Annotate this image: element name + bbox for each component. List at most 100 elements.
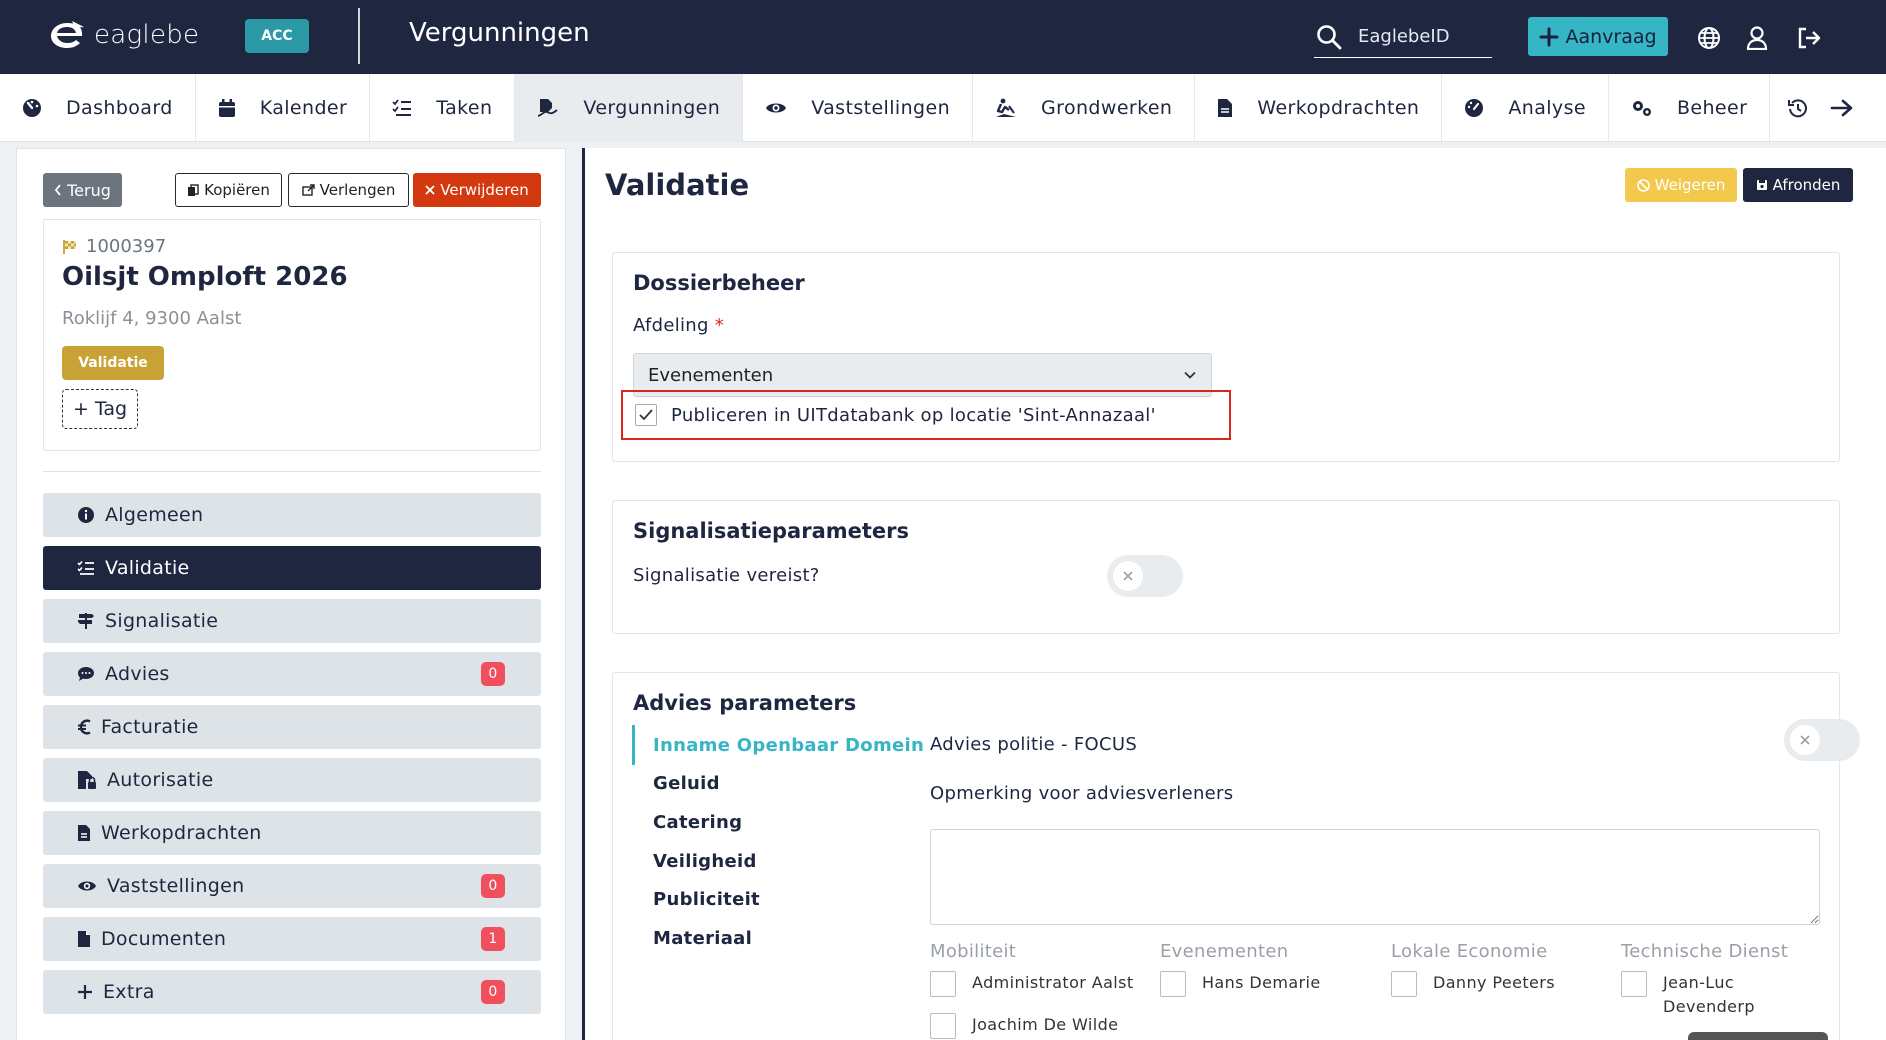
logo-text: eaglebe [94, 20, 200, 50]
complete-label: Afronden [1772, 176, 1841, 194]
dossier-sidebar: Terug Kopiëren Verlengen Verwijderen 100… [16, 148, 566, 1040]
tab-veiligheid[interactable]: Veiligheid [653, 851, 757, 872]
add-tag-button[interactable]: + Tag [62, 389, 138, 429]
copy-button[interactable]: Kopiëren [175, 173, 282, 207]
tab-inname-openbaar-domein[interactable]: Inname Openbaar Domein [653, 735, 924, 756]
copy-label: Kopiëren [204, 181, 270, 199]
sidebar-item-label: Advies [105, 663, 170, 685]
globe-icon[interactable] [1697, 26, 1721, 50]
cogs-icon [1631, 98, 1653, 118]
aanvraag-button[interactable]: Aanvraag [1528, 17, 1668, 56]
environment-badge: ACC [245, 19, 309, 53]
count-badge: 1 [481, 927, 505, 951]
check-icon [638, 408, 654, 422]
nav-label: Analyse [1508, 97, 1586, 119]
sidebar-item-signalisatie[interactable]: Signalisatie [43, 599, 541, 643]
divider [43, 471, 541, 472]
dossier-address: Roklijf 4, 9300 Aalst [62, 308, 242, 329]
nav-analyse[interactable]: Analyse [1442, 74, 1609, 142]
count-badge: 0 [481, 662, 505, 686]
signalisatie-vereist-toggle[interactable] [1107, 555, 1183, 597]
logout-icon[interactable] [1796, 26, 1822, 50]
sidebar-item-facturatie[interactable]: Facturatie [43, 705, 541, 749]
user-icon[interactable] [1746, 26, 1768, 50]
tab-publiciteit[interactable]: Publiciteit [653, 889, 760, 910]
advisor-name: Administrator Aalst [972, 973, 1134, 992]
checkbox[interactable] [1621, 971, 1647, 997]
count-badge: 0 [481, 874, 505, 898]
back-button[interactable]: Terug [43, 173, 122, 207]
eye-icon [77, 879, 97, 893]
sidebar-item-extra[interactable]: Extra 0 [43, 970, 541, 1014]
nav-label: Beheer [1676, 97, 1748, 119]
scrollbar-thumb[interactable] [1688, 1032, 1828, 1040]
sidebar-item-documenten[interactable]: Documenten 1 [43, 917, 541, 961]
nav-werkopdrachten[interactable]: Werkopdrachten [1195, 74, 1443, 142]
dossier-number: 1000397 [62, 236, 166, 257]
reject-label: Weigeren [1654, 176, 1726, 194]
opmerking-textarea[interactable] [930, 829, 1820, 925]
checkbox[interactable] [1160, 971, 1186, 997]
count-badge: 0 [481, 980, 505, 1004]
signalisatie-card: Signalisatieparameters Signalisatie vere… [612, 500, 1840, 634]
sidebar-item-vaststellingen[interactable]: Vaststellingen 0 [43, 864, 541, 908]
delete-button[interactable]: Verwijderen [413, 173, 541, 207]
eye-icon [765, 100, 787, 116]
checkbox[interactable] [930, 1013, 956, 1039]
sidebar-item-label: Extra [103, 981, 155, 1003]
complete-button[interactable]: Afronden [1743, 168, 1853, 202]
sidebar-item-algemeen[interactable]: Algemeen [43, 493, 541, 537]
nav-vaststellingen[interactable]: Vaststellingen [743, 74, 974, 142]
eaglebe-logo-icon [48, 20, 86, 50]
advies-politie-toggle[interactable] [1784, 719, 1860, 761]
nav-taken[interactable]: Taken [370, 74, 516, 142]
extend-button[interactable]: Verlengen [288, 173, 409, 207]
card-title: Signalisatieparameters [633, 519, 910, 543]
close-icon [425, 185, 435, 195]
sidebar-item-werkopdrachten[interactable]: Werkopdrachten [43, 811, 541, 855]
tab-materiaal[interactable]: Materiaal [653, 928, 752, 949]
checkbox[interactable] [1391, 971, 1417, 997]
nav-kalender[interactable]: Kalender [196, 74, 371, 142]
sidebar-item-validatie[interactable]: Validatie [43, 546, 541, 590]
sidebar-item-autorisatie[interactable]: Autorisatie [43, 758, 541, 802]
advisor-checkbox-row[interactable]: Jean-Luc Devenderp [1621, 971, 1771, 1019]
dossier-number-text: 1000397 [86, 236, 167, 257]
advisor-checkbox-row[interactable]: Danny Peeters [1391, 971, 1555, 997]
nav-dashboard[interactable]: Dashboard [0, 74, 196, 142]
aanvraag-label: Aanvraag [1565, 25, 1657, 48]
advisor-checkbox-row[interactable]: Hans Demarie [1160, 971, 1321, 997]
publiceer-checkbox[interactable] [635, 404, 657, 426]
delete-label: Verwijderen [440, 181, 529, 199]
nav-vergunningen[interactable]: Vergunningen [515, 74, 744, 142]
search-input[interactable] [1358, 22, 1488, 50]
required-marker: * [714, 315, 725, 336]
nav-grondwerken[interactable]: Grondwerken [973, 74, 1196, 142]
arrow-right-icon[interactable] [1830, 98, 1854, 118]
afdeling-label: Afdeling * [633, 315, 724, 336]
toggle-knob [1790, 725, 1820, 755]
tab-catering[interactable]: Catering [653, 812, 742, 833]
afdeling-value: Evenementen [648, 364, 774, 386]
advisor-checkbox-row[interactable]: Joachim De Wilde [930, 1013, 1118, 1039]
chevron-down-icon [1183, 368, 1197, 382]
chevron-left-icon [54, 184, 62, 196]
sidebar-item-advies[interactable]: Advies 0 [43, 652, 541, 696]
sidebar-item-label: Facturatie [101, 716, 199, 738]
history-icon[interactable] [1788, 98, 1808, 118]
sidebar-item-label: Algemeen [105, 504, 204, 526]
dashboard-icon [22, 98, 42, 118]
signs-icon [77, 612, 95, 630]
tab-geluid[interactable]: Geluid [653, 773, 720, 794]
logo[interactable]: eaglebe [48, 20, 199, 50]
card-title: Dossierbeheer [633, 271, 805, 295]
reject-button[interactable]: Weigeren [1625, 168, 1737, 202]
toggle-knob [1113, 561, 1143, 591]
checkbox[interactable] [930, 971, 956, 997]
advisor-checkbox-row[interactable]: Administrator Aalst [930, 971, 1134, 997]
search-icon[interactable] [1316, 24, 1342, 50]
sidebar-item-label: Signalisatie [105, 610, 219, 632]
opmerking-label: Opmerking voor adviesverleners [930, 783, 1234, 804]
extend-label: Verlengen [319, 181, 396, 199]
nav-beheer[interactable]: Beheer [1609, 74, 1771, 142]
